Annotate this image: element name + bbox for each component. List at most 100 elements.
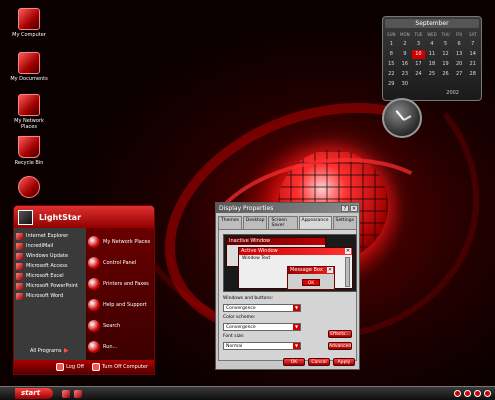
start-menu-header: LightStar <box>14 206 154 228</box>
close-button[interactable]: ✕ <box>350 204 358 212</box>
effects-button[interactable]: Effects... <box>328 330 352 338</box>
font-size-label: Font size: <box>223 334 245 339</box>
apply-button[interactable]: Apply <box>333 358 355 366</box>
calendar-day: 12 <box>442 51 449 57</box>
arrow-right-icon: ▶ <box>64 347 69 354</box>
windows-buttons-select[interactable]: Convergence ▼ <box>223 304 301 312</box>
menu-item-label: My Network Places <box>103 238 151 245</box>
control-panel-icon <box>88 256 100 269</box>
menu-item-access[interactable]: Microsoft Access <box>16 261 84 271</box>
menu-item-network-places[interactable]: My Network Places <box>88 231 152 252</box>
powerpoint-icon <box>16 282 23 290</box>
preview-window-text: Window Text <box>242 256 271 261</box>
tab-desktop[interactable]: Desktop <box>242 216 268 229</box>
preview-ok-button: OK <box>302 279 320 286</box>
tray-security-icon[interactable] <box>474 390 481 397</box>
printer-icon <box>88 277 100 290</box>
desktop-icon-my-computer[interactable]: My Computer <box>6 8 52 38</box>
dialog-buttons: OK Cancel Apply <box>283 358 355 366</box>
tab-themes[interactable]: Themes <box>218 216 242 229</box>
dialog-title-bar[interactable]: Display Properties ? ✕ <box>216 203 359 213</box>
calendar-day: 11 <box>428 51 436 57</box>
tray-network-icon[interactable] <box>454 390 461 397</box>
log-off-icon <box>56 363 65 371</box>
font-size-select[interactable]: Normal ▼ <box>223 342 301 350</box>
calendar-day-name: MON <box>400 32 410 37</box>
ok-button[interactable]: OK <box>283 358 305 366</box>
power-icon <box>18 176 40 198</box>
clock-hand <box>403 115 412 121</box>
tab-settings[interactable]: Settings <box>332 216 357 229</box>
tab-appearance[interactable]: Appearance <box>298 216 332 229</box>
tray-volume-icon[interactable] <box>464 390 471 397</box>
menu-item-windows-update[interactable]: Windows Update <box>16 251 84 261</box>
analog-clock <box>382 98 422 138</box>
desktop-icon-my-documents[interactable]: My Documents <box>6 52 52 82</box>
desktop-icon-power[interactable] <box>6 176 52 200</box>
calendar-day: 30 <box>401 81 409 87</box>
start-button[interactable]: start <box>15 388 53 399</box>
calendar-day: 1 <box>389 41 393 47</box>
calendar-day: 20 <box>455 61 463 67</box>
calendar-day: 8 <box>389 51 393 57</box>
desktop-icon-recycle-bin[interactable]: Recycle Bin <box>6 136 52 166</box>
preview-inactive-title: Inactive Window <box>227 238 325 245</box>
menu-item-incredimail[interactable]: IncrediMail <box>16 241 84 251</box>
menu-item-help[interactable]: Help and Support <box>88 294 152 315</box>
dialog-tabs: Themes Desktop Screen Saver Appearance S… <box>216 213 359 229</box>
calendar-day: 22 <box>388 71 395 77</box>
menu-item-label: Internet Explorer <box>26 233 69 239</box>
menu-item-label: Windows Update <box>26 253 69 259</box>
turn-off-label: Turn Off Computer <box>101 364 148 370</box>
cancel-button[interactable]: Cancel <box>308 358 330 366</box>
close-icon: ✕ <box>345 248 351 254</box>
help-button[interactable]: ? <box>341 204 349 212</box>
color-scheme-select[interactable]: Convergence ▼ <box>223 323 301 331</box>
menu-item-printers[interactable]: Printers and Faxes <box>88 273 152 294</box>
help-icon <box>88 298 100 311</box>
menu-item-label: Microsoft Excel <box>26 273 64 279</box>
menu-item-control-panel[interactable]: Control Panel <box>88 252 152 273</box>
menu-item-word[interactable]: Microsoft Word <box>16 291 84 301</box>
calendar-day: 21 <box>469 61 476 67</box>
menu-item-label: Help and Support <box>103 301 147 308</box>
log-off-button[interactable]: Log Off <box>56 363 84 371</box>
color-scheme-label: Color scheme: <box>223 315 256 320</box>
menu-item-excel[interactable]: Microsoft Excel <box>16 271 84 281</box>
preview-scrollbar <box>345 257 350 287</box>
network-icon <box>18 94 40 116</box>
tab-screen-saver[interactable]: Screen Saver <box>268 216 298 229</box>
desktop-icon-label: My Network Places <box>14 118 44 130</box>
menu-item-search[interactable]: Search <box>88 315 152 336</box>
all-programs-button[interactable]: All Programs <box>30 348 62 354</box>
user-name: LightStar <box>39 212 82 222</box>
calendar-day: 19 <box>442 61 449 67</box>
turn-off-button[interactable]: Turn Off Computer <box>91 363 148 371</box>
display-properties-dialog: Display Properties ? ✕ Themes Desktop Sc… <box>215 202 360 370</box>
tray-update-icon[interactable] <box>484 390 491 397</box>
advanced-button[interactable]: Advanced <box>328 342 352 350</box>
calendar-day-name: THU <box>441 32 450 37</box>
system-places: My Network Places Control Panel Printers… <box>86 228 154 362</box>
windows-buttons-label: Windows and buttons: <box>223 296 274 301</box>
menu-item-run[interactable]: Run... <box>88 336 152 357</box>
appearance-panel: Inactive Window Active Window ✕ Window T… <box>218 229 357 361</box>
system-tray <box>454 388 491 399</box>
update-icon <box>16 252 23 260</box>
start-menu-footer: Log Off Turn Off Computer <box>14 360 154 374</box>
calendar-month: September <box>385 19 479 28</box>
calendar-day-name: TUE <box>414 32 423 37</box>
dialog-title: Display Properties <box>219 204 274 212</box>
quick-launch-browser-icon[interactable] <box>62 390 70 398</box>
calendar-grid: SUN MON TUE WED THU FRI SAT 1 2 3 4 5 6 7 8 9 10 1… <box>385 30 479 89</box>
menu-item-powerpoint[interactable]: Microsoft PowerPoint <box>16 281 84 291</box>
calendar-day: 4 <box>430 41 434 47</box>
menu-item-label: Microsoft Access <box>26 263 68 269</box>
quick-launch-desktop-icon[interactable] <box>74 390 82 398</box>
taskbar: start <box>0 386 495 400</box>
desktop-icon-network[interactable]: My Network Places <box>6 94 52 130</box>
calendar-day: 10 <box>412 50 425 59</box>
documents-icon <box>18 52 40 74</box>
word-icon <box>16 292 23 300</box>
menu-item-internet-explorer[interactable]: Internet Explorer <box>16 231 84 241</box>
